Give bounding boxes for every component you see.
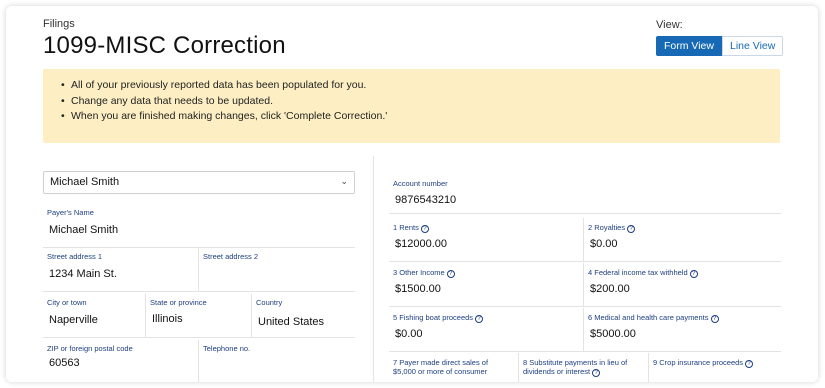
box-6-medical-payments-field[interactable]: 6 Medical and health care payments? $500…	[584, 308, 781, 352]
payer-name-field[interactable]: Payer's Name Michael Smith	[43, 204, 355, 248]
info-notice: All of your previously reported data has…	[43, 69, 780, 143]
telephone-field[interactable]: Telephone no.	[199, 340, 355, 382]
zip-value: 60563	[49, 357, 80, 369]
city-value: Naperville	[49, 314, 98, 326]
city-label: City or town	[47, 298, 87, 307]
info-icon[interactable]: ?	[689, 270, 698, 278]
box-2-value: $0.00	[590, 238, 618, 250]
notice-item: Change any data that needs to be updated…	[61, 94, 780, 110]
street-address-2-label: Street address 2	[203, 252, 259, 261]
country-field[interactable]: Country United States	[252, 294, 355, 338]
street-address-1-value: 1234 Main St.	[49, 268, 117, 280]
zip-label: ZIP or foreign postal code	[47, 344, 133, 353]
breadcrumb[interactable]: Filings	[43, 18, 75, 30]
info-icon[interactable]: ?	[592, 369, 601, 377]
payer-name-value: Michael Smith	[49, 224, 119, 236]
info-icon[interactable]: ?	[475, 315, 484, 323]
box-7-label-line-2: $5,000 or more of consumer	[393, 367, 488, 376]
box-7-label-line-1: 7 Payer made direct sales of	[393, 358, 489, 367]
street-address-1-field[interactable]: Street address 1 1234 Main St.	[43, 248, 199, 292]
country-label: Country	[256, 298, 283, 307]
box-1-rents-field[interactable]: 1 Rents? $12000.00	[389, 218, 584, 262]
line-view-button[interactable]: Line View	[721, 36, 784, 56]
chevron-down-icon: ⌄	[340, 176, 348, 186]
notice-item: When you are finished making changes, cl…	[61, 109, 780, 125]
box-6-label: 6 Medical and health care payments	[588, 313, 709, 322]
box-1-value: $12000.00	[395, 238, 447, 250]
zip-field[interactable]: ZIP or foreign postal code 60563	[43, 340, 199, 382]
box-4-value: $200.00	[590, 283, 630, 295]
street-address-2-field[interactable]: Street address 2	[199, 248, 355, 292]
account-number-value: 9876543210	[395, 194, 457, 206]
box-4-label: 4 Federal income tax withheld	[588, 268, 688, 277]
form-view-button[interactable]: Form View	[656, 36, 722, 56]
notice-item: All of your previously reported data has…	[61, 78, 780, 94]
info-icon[interactable]: ?	[710, 315, 719, 323]
box-2-royalties-field[interactable]: 2 Royalties? $0.00	[584, 218, 781, 262]
telephone-label: Telephone no.	[203, 344, 251, 353]
payer-select[interactable]: Michael Smith ⌄	[43, 171, 355, 194]
box-5-fishing-boat-field[interactable]: 5 Fishing boat proceeds? $0.00	[389, 308, 584, 352]
state-label: State or province	[150, 298, 207, 307]
box-8-label-line-1: 8 Substitute payments in lieu of	[523, 358, 628, 367]
correction-card: Filings 1099-MISC Correction View: Form …	[6, 6, 818, 382]
box-1-label: 1 Rents	[393, 223, 419, 232]
box-7-direct-sales-field[interactable]: 7 Payer made direct sales of $5,000 or m…	[389, 353, 519, 382]
payer-select-value: Michael Smith	[50, 176, 120, 188]
box-9-label: 9 Crop insurance proceeds	[653, 358, 744, 367]
view-label: View:	[656, 19, 683, 31]
column-divider	[373, 156, 374, 382]
state-value: Illinois	[152, 313, 183, 325]
box-2-label: 2 Royalties	[588, 223, 626, 232]
box-3-other-income-field[interactable]: 3 Other Income? $1500.00	[389, 263, 584, 307]
box-5-value: $0.00	[395, 328, 423, 340]
box-4-federal-tax-withheld-field[interactable]: 4 Federal income tax withheld? $200.00	[584, 263, 781, 307]
box-8-substitute-payments-field[interactable]: 8 Substitute payments in lieu of dividen…	[519, 353, 649, 382]
state-field[interactable]: State or province Illinois	[146, 294, 252, 338]
box-6-value: $5000.00	[590, 328, 636, 340]
box-3-label: 3 Other Income	[393, 268, 445, 277]
info-icon[interactable]: ?	[627, 225, 636, 233]
street-address-1-label: Street address 1	[47, 252, 103, 261]
page-title: 1099-MISC Correction	[43, 32, 286, 59]
box-9-crop-insurance-field[interactable]: 9 Crop insurance proceeds?	[649, 353, 781, 382]
account-number-label: Account number	[393, 179, 448, 188]
info-icon[interactable]: ?	[745, 360, 754, 368]
city-field[interactable]: City or town Naperville	[43, 294, 146, 338]
view-toggle: Form View Line View	[656, 36, 784, 56]
country-value: United States	[258, 316, 325, 328]
box-3-value: $1500.00	[395, 283, 441, 295]
info-icon[interactable]: ?	[420, 225, 429, 233]
account-number-field[interactable]: Account number 9876543210	[389, 174, 781, 214]
box-8-label-line-2: dividends or interest	[523, 367, 591, 376]
payer-name-label: Payer's Name	[47, 208, 94, 217]
box-5-label: 5 Fishing boat proceeds	[393, 313, 474, 322]
info-icon[interactable]: ?	[446, 270, 455, 278]
